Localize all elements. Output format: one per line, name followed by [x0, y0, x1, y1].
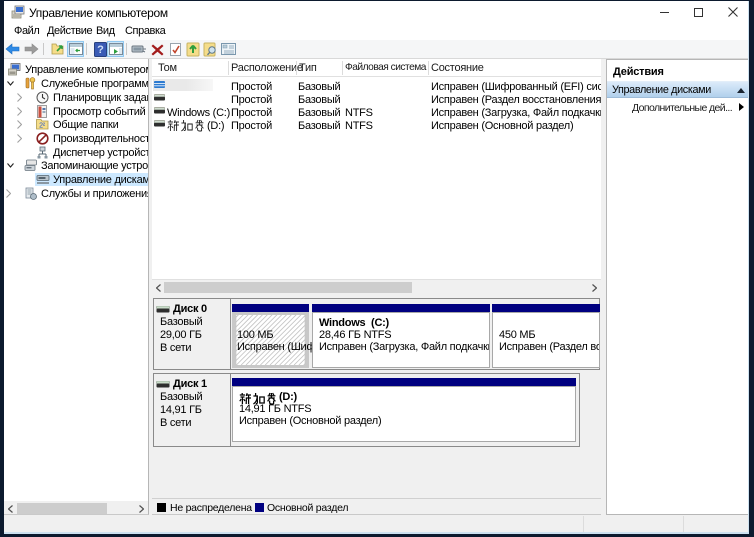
svg-text:2²: 2² [39, 123, 46, 130]
svg-text:?: ? [97, 44, 104, 56]
